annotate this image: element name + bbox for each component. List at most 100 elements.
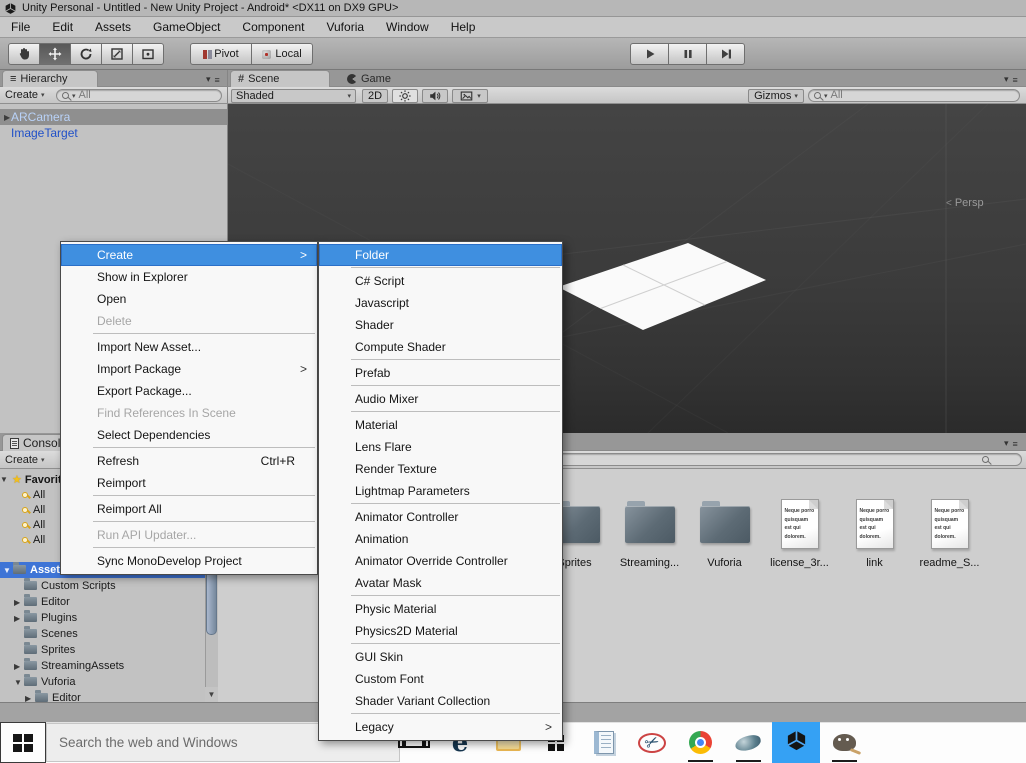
expand-arrow-icon[interactable]: ▶ [14,598,24,607]
menu-item-export-package[interactable]: Export Package... [61,380,317,402]
project-tree-item-editor[interactable]: ▶Editor [0,690,205,702]
menu-item-create[interactable]: Create> [61,244,317,266]
scene-search-input[interactable]: ▾ All [808,89,1020,102]
project-tree-item-vuforia[interactable]: ▼Vuforia [0,674,205,690]
expand-arrow-icon[interactable]: ▼ [14,678,24,687]
snipping-tool-icon[interactable]: ✂ [628,722,676,763]
menubar-file[interactable]: File [0,17,41,37]
menu-item-lightmap-parameters[interactable]: Lightmap Parameters [319,480,562,502]
rect-tool-button[interactable] [132,43,164,65]
menu-item-c-script[interactable]: C# Script [319,270,562,292]
gimp-icon[interactable] [820,722,868,763]
menu-item-avatar-mask[interactable]: Avatar Mask [319,572,562,594]
menu-item-folder[interactable]: Folder [319,244,562,266]
project-item-link[interactable]: Neque porro quisquam est qui dolorem.lin… [837,496,912,569]
menu-item-physic-material[interactable]: Physic Material [319,598,562,620]
menubar-component[interactable]: Component [231,17,315,37]
move-tool-button[interactable] [39,43,71,65]
tab-hierarchy[interactable]: ≡ Hierarchy [2,70,98,87]
hierarchy-create-button[interactable]: Create ▾ [0,87,50,103]
menubar-assets[interactable]: Assets [84,17,142,37]
expand-arrow-icon[interactable]: ▶ [0,113,11,122]
menu-item-shader[interactable]: Shader [319,314,562,336]
tab-game[interactable]: Game [340,70,424,87]
project-tree-item-editor[interactable]: ▶Editor [0,594,205,610]
expand-arrow-icon[interactable]: ▶ [14,614,24,623]
menubar-help[interactable]: Help [440,17,487,37]
expand-arrow-icon[interactable]: ▶ [14,662,24,671]
menu-item-sync-monodevelop-project[interactable]: Sync MonoDevelop Project [61,550,317,572]
scale-tool-button[interactable] [101,43,133,65]
menubar-gameobject[interactable]: GameObject [142,17,231,37]
play-button[interactable] [630,43,669,65]
menu-item-animation[interactable]: Animation [319,528,562,550]
hierarchy-item-arcamera[interactable]: ▶ARCamera [0,109,227,125]
menu-item-legacy[interactable]: Legacy> [319,716,562,738]
start-button[interactable] [0,722,46,763]
chrome-icon[interactable] [676,722,724,763]
project-item-license-3r[interactable]: Neque porro quisquam est qui dolorem.lic… [762,496,837,569]
project-panel-options[interactable]: ▾ ≡ [1004,438,1018,449]
hierarchy-item-imagetarget[interactable]: ImageTarget [0,125,227,141]
menubar-window[interactable]: Window [375,17,440,37]
menu-item-import-package[interactable]: Import Package> [61,358,317,380]
step-button[interactable] [706,43,745,65]
menubar-vuforia[interactable]: Vuforia [315,17,375,37]
project-tree-item-custom-scripts[interactable]: Custom Scripts [0,578,205,594]
menu-item-delete[interactable]: Delete [61,310,317,332]
menu-item-prefab[interactable]: Prefab [319,362,562,384]
menu-item-reimport-all[interactable]: Reimport All [61,498,317,520]
menu-item-shader-variant-collection[interactable]: Shader Variant Collection [319,690,562,712]
menu-item-open[interactable]: Open [61,288,317,310]
scrollbar-down-arrow[interactable]: ▼ [205,687,218,702]
menu-item-render-texture[interactable]: Render Texture [319,458,562,480]
expand-arrow-icon[interactable]: ▼ [3,566,13,575]
perspective-toggle[interactable]: < Persp [946,197,984,209]
notepad-icon[interactable] [580,722,628,763]
menu-item-animator-controller[interactable]: Animator Controller [319,506,562,528]
menu-item-compute-shader[interactable]: Compute Shader [319,336,562,358]
expand-arrow-icon[interactable]: ▶ [25,694,35,703]
expand-open-icon[interactable]: ▼ [0,475,10,484]
project-item-readme-s[interactable]: Neque porro quisquam est qui dolorem.rea… [912,496,987,569]
menu-item-custom-font[interactable]: Custom Font [319,668,562,690]
scene-panel-options[interactable]: ▾ ≡ [1004,74,1018,85]
menu-item-find-references-in-scene[interactable]: Find References In Scene [61,402,317,424]
draw-mode-dropdown[interactable]: Shaded ▾ [231,89,356,103]
2d-toggle-button[interactable]: 2D [362,89,388,103]
scene-lighting-button[interactable] [392,89,418,103]
menu-item-import-new-asset[interactable]: Import New Asset... [61,336,317,358]
menu-item-material[interactable]: Material [319,414,562,436]
scene-audio-button[interactable] [422,89,448,103]
menu-item-show-in-explorer[interactable]: Show in Explorer [61,266,317,288]
pause-button[interactable] [668,43,707,65]
unity-icon[interactable] [772,722,820,763]
menu-item-select-dependencies[interactable]: Select Dependencies [61,424,317,446]
project-tree-item-plugins[interactable]: ▶Plugins [0,610,205,626]
pivot-button[interactable]: Pivot [190,43,252,65]
menubar-edit[interactable]: Edit [41,17,84,37]
tab-scene[interactable]: # Scene [230,70,330,87]
project-tree-item-scenes[interactable]: Scenes [0,626,205,642]
menu-item-reimport[interactable]: Reimport [61,472,317,494]
project-item-vuforia[interactable]: Vuforia [687,496,762,569]
menu-item-run-api-updater[interactable]: Run API Updater... [61,524,317,546]
project-tree-item-streamingassets[interactable]: ▶StreamingAssets [0,658,205,674]
hierarchy-panel-options[interactable]: ▾ ≡ [206,74,220,85]
project-item-streaming[interactable]: Streaming... [612,496,687,569]
menu-item-physics2d-material[interactable]: Physics2D Material [319,620,562,642]
project-create-button[interactable]: Create ▾ [0,451,50,468]
menu-item-lens-flare[interactable]: Lens Flare [319,436,562,458]
menu-item-audio-mixer[interactable]: Audio Mixer [319,388,562,410]
menu-item-animator-override-controller[interactable]: Animator Override Controller [319,550,562,572]
menu-item-javascript[interactable]: Javascript [319,292,562,314]
project-tree-item-sprites[interactable]: Sprites [0,642,205,658]
scene-effects-button[interactable]: ▾ [452,89,488,103]
rotate-tool-button[interactable] [70,43,102,65]
gizmos-dropdown[interactable]: Gizmos ▾ [748,89,804,103]
local-button[interactable]: Local [251,43,313,65]
media-app-icon[interactable] [724,722,772,763]
menu-item-refresh[interactable]: RefreshCtrl+R [61,450,317,472]
hierarchy-search-input[interactable]: ▾ All [56,89,222,102]
menu-item-gui-skin[interactable]: GUI Skin [319,646,562,668]
